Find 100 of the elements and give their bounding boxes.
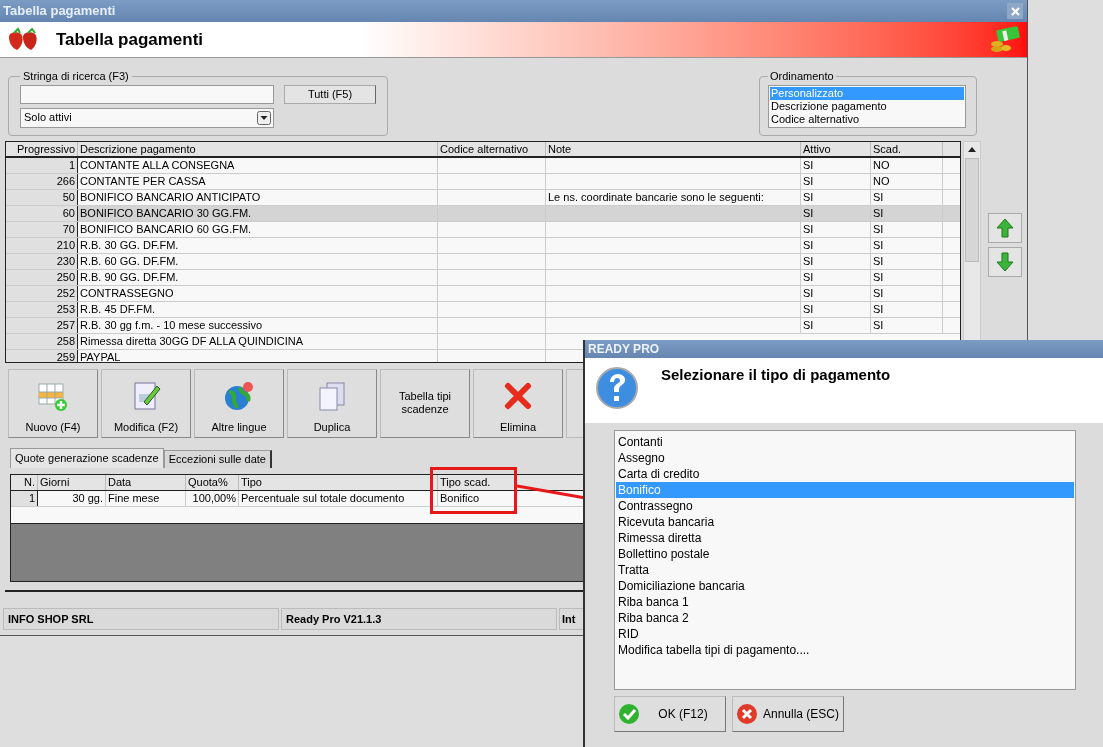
table-cell: SI [871,318,943,333]
table-cell: SI [871,302,943,317]
column-header[interactable]: Descrizione pagamento [78,142,438,156]
row-number-cell: 50 [6,190,78,205]
window-title: Tabella pagamenti [3,2,116,21]
group-label: Ordinamento [769,69,835,84]
dialog-message: Selezionare il tipo di pagamento [661,365,891,385]
list-option[interactable]: Contrassegno [616,498,1074,514]
table-cell: SI [871,206,943,221]
close-button[interactable] [1007,3,1023,19]
list-option[interactable]: Modifica tabella tipi di pagamento.... [616,642,1074,658]
cancel-icon [736,703,758,725]
status-panel: Ready Pro V21.1.3 [281,608,557,630]
row-number-cell: 253 [6,302,78,317]
table-row[interactable]: 1 CONTANTE ALLA CONSEGNA SI NO [6,158,960,174]
table-cell: SI [871,190,943,205]
toolbar-button[interactable]: Elimina [473,369,563,438]
down-arrow-icon [995,252,1015,272]
table-cell: CONTANTE PER CASSA [78,174,438,189]
table-row[interactable]: 60 BONIFICO BANCARIO 30 GG.FM. SI SI [6,206,960,222]
toolbar-button[interactable]: Nuovo (F4) [8,369,98,438]
table-cell: SI [801,238,871,253]
column-header[interactable]: Scad. [871,142,943,156]
table-cell: Fine mese [106,491,186,506]
table-cell: SI [871,238,943,253]
table-row[interactable]: 257 R.B. 30 gg f.m. - 10 mese successivo SI SI [6,318,960,334]
table-cell: R.B. 30 GG. DF.FM. [78,238,438,253]
sort-option[interactable]: Codice alternativo [770,112,964,126]
column-header[interactable]: Giorni [38,475,106,490]
column-header[interactable]: Data [106,475,186,490]
table-row[interactable]: 70 BONIFICO BANCARIO 60 GG.FM. SI SI [6,222,960,238]
filter-dropdown[interactable]: Solo attivi [20,107,274,128]
row-number-cell: 250 [6,270,78,285]
list-option[interactable]: Domiciliazione bancaria [616,578,1074,594]
table-row[interactable]: 50 BONIFICO BANCARIO ANTICIPATO Le ns. coordinate bancarie sono le seguenti: SI SI [6,190,960,206]
list-option[interactable]: Riba banca 2 [616,610,1074,626]
table-row[interactable]: 252 CONTRASSEGNO SI SI [6,286,960,302]
table-row[interactable]: 230 R.B. 60 GG. DF.FM. SI SI [6,254,960,270]
list-option[interactable]: RID [616,626,1074,642]
table-cell: SI [801,206,871,221]
list-option[interactable]: Riba banca 1 [616,594,1074,610]
sort-option[interactable]: Descrizione pagamento [770,99,964,113]
table-cell: 30 gg. [38,491,106,506]
table-cell: SI [801,286,871,301]
dialog-button[interactable]: OK (F12) [614,696,726,732]
list-option[interactable]: Tratta [616,562,1074,578]
toolbar-button[interactable]: Altre lingue [194,369,284,438]
up-arrow-icon [995,218,1015,238]
search-field[interactable] [20,84,274,104]
table-cell: PAYPAL [78,350,438,362]
table-row[interactable]: 210 R.B. 30 GG. DF.FM. SI SI [6,238,960,254]
toolbar-button[interactable]: Tabella tipi scadenze [380,369,470,438]
column-header[interactable]: Attivo [801,142,871,156]
column-header[interactable]: Progressivo [6,142,78,156]
row-number-cell: 252 [6,286,78,301]
table-cell: R.B. 60 GG. DF.FM. [78,254,438,269]
toolbar-button[interactable]: Modifica (F2) [101,369,191,438]
tab[interactable]: Eccezioni sulle date [163,450,272,468]
list-option[interactable]: Rimessa diretta [616,530,1074,546]
column-header[interactable]: Codice alternativo [438,142,546,156]
table-row[interactable]: 253 R.B. 45 DF.FM. SI SI [6,302,960,318]
row-number-cell: 70 [6,222,78,237]
table-cell: R.B. 30 gg f.m. - 10 mese successivo [78,318,438,333]
table-cell: NO [871,174,943,189]
list-option[interactable]: Assegno [616,450,1074,466]
move-down-button[interactable] [988,247,1022,277]
all-button[interactable]: Tutti (F5) [284,84,376,104]
question-icon [595,366,639,410]
table-cell: SI [801,174,871,189]
table-cell: R.B. 45 DF.FM. [78,302,438,317]
toolbar-button[interactable]: Duplica [287,369,377,438]
row-number-cell: 259 [6,350,78,362]
row-number-cell: 1 [6,158,78,173]
table-cell: NO [871,158,943,173]
table-cell: SI [801,158,871,173]
table-cell: CONTANTE ALLA CONSEGNA [78,158,438,173]
page-title: Tabella pagamenti [56,28,204,51]
dialog-button[interactable]: Annulla (ESC) [732,696,844,732]
list-option[interactable]: Bollettino postale [616,546,1074,562]
move-up-button[interactable] [988,213,1022,243]
column-header[interactable]: Note [546,142,801,156]
list-option[interactable]: Ricevuta bancaria [616,514,1074,530]
status-panel: INFO SHOP SRL [3,608,279,630]
table-cell: SI [801,190,871,205]
tab[interactable]: Quote generazione scadenze [10,448,164,468]
table-row[interactable]: 250 R.B. 90 GG. DF.FM. SI SI [6,270,960,286]
row-number-cell: 266 [6,174,78,189]
column-header[interactable]: Tipo [239,475,438,490]
scroll-thumb[interactable] [965,158,979,262]
table-cell: SI [801,302,871,317]
list-option[interactable]: Contanti [616,434,1074,450]
column-header[interactable]: N. [11,475,38,490]
column-header[interactable]: Quota% [186,475,239,490]
list-option[interactable]: Carta di credito [616,466,1074,482]
table-cell: SI [801,254,871,269]
check-icon [618,703,640,725]
grid-plus-icon [37,380,69,412]
table-row[interactable]: 266 CONTANTE PER CASSA SI NO [6,174,960,190]
table-cell: Le ns. coordinate bancarie sono le seguenti: [546,190,801,205]
table-cell: SI [801,270,871,285]
